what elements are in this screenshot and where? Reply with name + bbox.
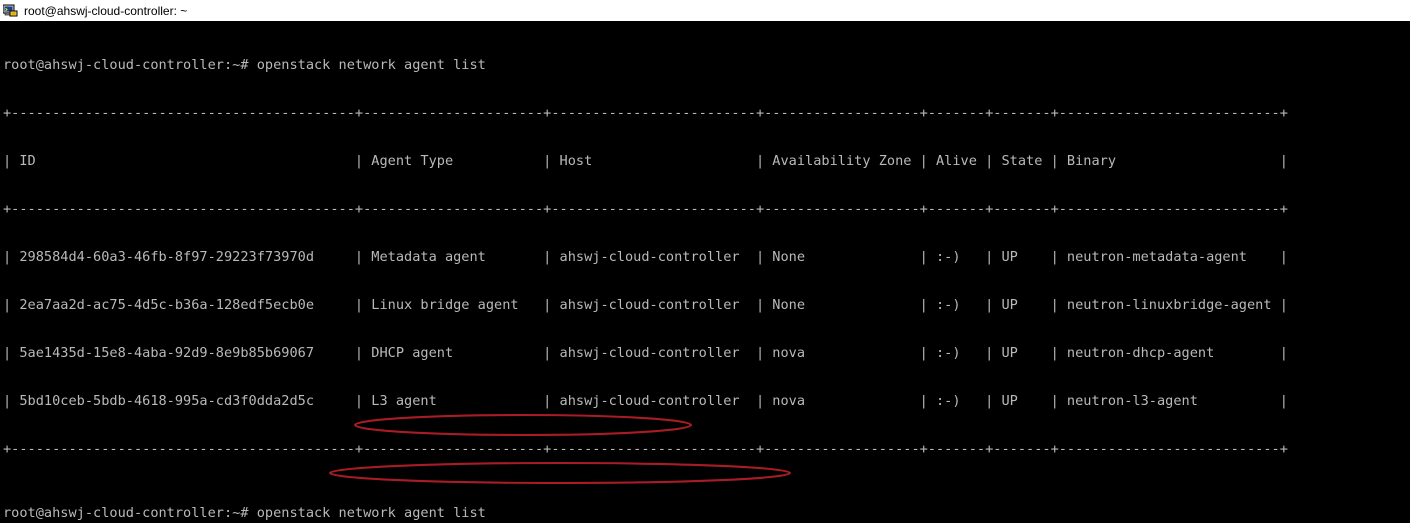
- table-separator-top-1: +---------------------------------------…: [3, 105, 1288, 121]
- terminal-line-command-1: root@ahswj-cloud-controller:~# openstack…: [3, 57, 486, 73]
- terminal-line-command-2: root@ahswj-cloud-controller:~# openstack…: [3, 505, 486, 521]
- table-header-row-1: | ID | Agent Type | Host | Availability …: [3, 153, 1288, 169]
- putty-terminal-icon: [3, 4, 18, 16]
- window-titlebar: root@ahswj-cloud-controller: ~: [0, 0, 1410, 22]
- table-row: | 5bd10ceb-5bdb-4618-995a-cd3f0dda2d5c |…: [3, 393, 1288, 409]
- table-row: | 5ae1435d-15e8-4aba-92d9-8e9b85b69067 |…: [3, 345, 1288, 361]
- terminal-window[interactable]: root@ahswj-cloud-controller:~# openstack…: [0, 22, 1410, 522]
- window-title: root@ahswj-cloud-controller: ~: [24, 3, 188, 18]
- table-row: | 2ea7aa2d-ac75-4d5c-b36a-128edf5ecb0e |…: [3, 297, 1288, 313]
- terminal-screen[interactable]: root@ahswj-cloud-controller:~# openstack…: [0, 22, 1288, 522]
- table-separator-bottom-1: +---------------------------------------…: [3, 441, 1288, 457]
- table-row: | 298584d4-60a3-46fb-8f97-29223f73970d |…: [3, 249, 1288, 265]
- table-separator-mid-1: +---------------------------------------…: [3, 201, 1288, 217]
